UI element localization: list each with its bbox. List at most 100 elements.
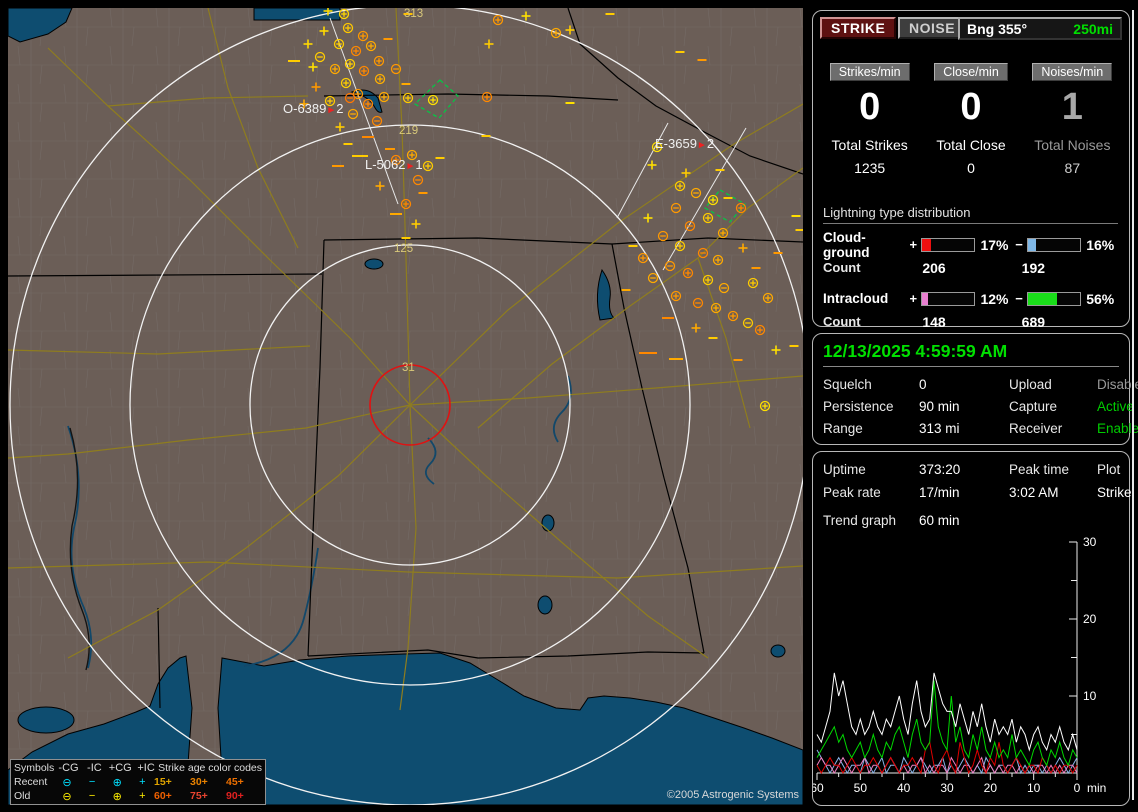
peak-rate-label: Peak rate [823,485,881,500]
cg-minus-percent: 16% [1086,236,1115,253]
trend-graph-label: Trend graph [823,513,897,528]
strikes-per-min-value: 0 [859,86,881,128]
x-axis-unit-label: min [1087,781,1106,795]
legend-nic-glyph: − [88,776,96,788]
lake [541,514,555,532]
cg-plus-bar [920,237,976,252]
ic-minus-bar [1026,291,1082,306]
total-strikes-value: 1235 [854,160,886,176]
trend-series--cg-rate [816,749,1078,775]
map-canvas: 31321912531 O-6389►2L-5062►1E-3659►2 [8,8,803,805]
legend-pic-glyph: + [139,776,146,788]
intracloud-row: Intracloud + 12% − 56% [823,290,1121,307]
legend-pcg-glyph: ⊕ [112,776,122,789]
cg-minus-bar [1026,237,1082,252]
ic-minus-percent: 56% [1086,290,1115,307]
x-axis-tick-label: 20 [984,781,998,795]
legend-age-label: 45+ [225,776,244,788]
legend-header-row: Symbols -CG -IC +CG +IC Strike age color… [14,761,262,775]
noises-per-min-value: 1 [1061,86,1083,128]
x-axis-tick-label: 10 [1027,781,1041,795]
x-axis-tick-label: 30 [940,781,954,795]
cg-plus-count: 206 [922,260,946,276]
total-close-label: Total Close [936,137,1006,153]
settings-grid: Squelch 0 Upload Disabled Persistence 90… [823,377,1138,436]
uptime-value: 373:20 [919,462,961,477]
legend-col-pic: +IC [137,762,155,774]
legend-col-ncg: -CG [58,762,79,774]
lake [17,706,75,734]
legend-age-row-label: Old [14,790,31,802]
intracloud-label: Intracloud [823,291,889,306]
peak-rate-value: 17/min [919,485,960,500]
trend-graph-header: Trend graph 60 min [823,513,1119,528]
noises-per-min-button[interactable]: Noises/min [1032,63,1113,81]
legend-col-pcg: +CG [108,762,132,774]
strike-mode-button[interactable]: STRIKE [820,17,897,39]
receiver-label: Receiver [1009,421,1063,436]
copyright-text: ©2005 Astrogenic Systems [666,789,799,801]
x-axis-tick-label: 60 [813,781,824,795]
clock-settings-box: 12/13/2025 4:59:59 AM Squelch 0 Upload D… [812,333,1138,445]
datetime-display: 12/13/2025 4:59:59 AM [823,341,1119,367]
legend-nic-glyph: − [88,790,96,802]
close-per-min-value: 0 [960,86,982,128]
squelch-label: Squelch [823,377,872,392]
intracloud-counts: Count 148 689 [823,314,1121,331]
counters-box: STRIKE NOISE Bng 355° 250mi Strikes/min … [812,10,1130,330]
ring-distance-label: 219 [399,125,418,137]
persistence-value: 90 min [919,399,960,414]
ring-distance-label: 31 [402,362,415,374]
lightning-distribution: Lightning type distribution Cloud-ground… [823,205,1121,344]
total-noises-value: 87 [1064,160,1081,176]
ring-distance-label: 313 [404,8,423,20]
close-column: Close/min 0 Total Close 0 [920,63,1021,176]
distribution-title: Lightning type distribution [823,205,1119,224]
bearing-value: Bng 355° [967,20,1028,37]
minus-sign: − [1015,237,1023,252]
trend-series--ic-rate [816,680,1078,767]
noises-column: Noises/min 1 Total Noises 87 [1022,63,1123,176]
legend-symbols-title: Symbols [14,762,55,774]
x-axis-tick-label: 0 [1074,781,1081,795]
plot-mode-value: Strike [1097,485,1132,500]
lake [770,644,786,658]
upload-label: Upload [1009,377,1052,392]
window-edge [1132,10,1134,800]
lightning-map[interactable]: 313 219 125 31 O-6389►2 L-5062►1 E-3659►2 Sym… [8,8,803,805]
peak-time-label: Peak time [1009,462,1070,477]
strikes-per-min-button[interactable]: Strikes/min [829,63,910,81]
close-per-min-button[interactable]: Close/min [934,63,1008,81]
legend-ncg-glyph: ⊖ [62,790,72,803]
legend-age-values: 15+ 30+ 45+ [154,776,262,788]
x-axis-tick-label: 40 [897,781,911,795]
persistence-label: Persistence [823,399,894,414]
legend-age-label: 30+ [189,776,208,788]
total-close-value: 0 [967,160,975,176]
nexstorm-window: { "window": { "copyright": "©2005 Astrog… [0,0,1138,812]
squelch-value: 0 [919,377,927,392]
legend-age-label: 60+ [153,790,172,802]
plot-label: Plot [1097,462,1121,477]
legend-col-nic: -IC [87,762,102,774]
legend-age-label: 15+ [153,776,172,788]
legend-row-recent: Recent ⊖ − ⊕ +15+ 30+ 45+ [14,775,262,789]
capture-label: Capture [1009,399,1058,414]
noise-mode-button[interactable]: NOISE [898,17,967,39]
total-strikes-label: Total Strikes [831,137,908,153]
legend-pcg-glyph: ⊕ [112,790,122,803]
trend-window-value: 60 min [919,513,960,528]
cloud-ground-counts: Count 206 192 [823,260,1121,277]
trend-series-total-strike-rate [816,672,1078,752]
cg-plus-percent: 17% [980,236,1009,253]
legend-row-old: Old ⊖ − ⊕ +60+ 75+ 90+ [14,789,262,803]
plus-sign: + [909,291,918,306]
strikes-column: Strikes/min 0 Total Strikes 1235 [819,63,920,176]
rate-counters: Strikes/min 0 Total Strikes 1235 Close/m… [819,63,1123,176]
ic-plus-bar [920,291,976,306]
symbol-legend: Symbols -CG -IC +CG +IC Strike age color… [10,759,266,805]
legend-age-values: 60+ 75+ 90+ [154,790,262,802]
trend-graph: 10 20 30 60 50 40 30 20 10 0 min [813,535,1106,795]
y-axis-tick-label: 30 [1083,535,1097,549]
legend-age-title: Strike age color codes [158,762,262,774]
